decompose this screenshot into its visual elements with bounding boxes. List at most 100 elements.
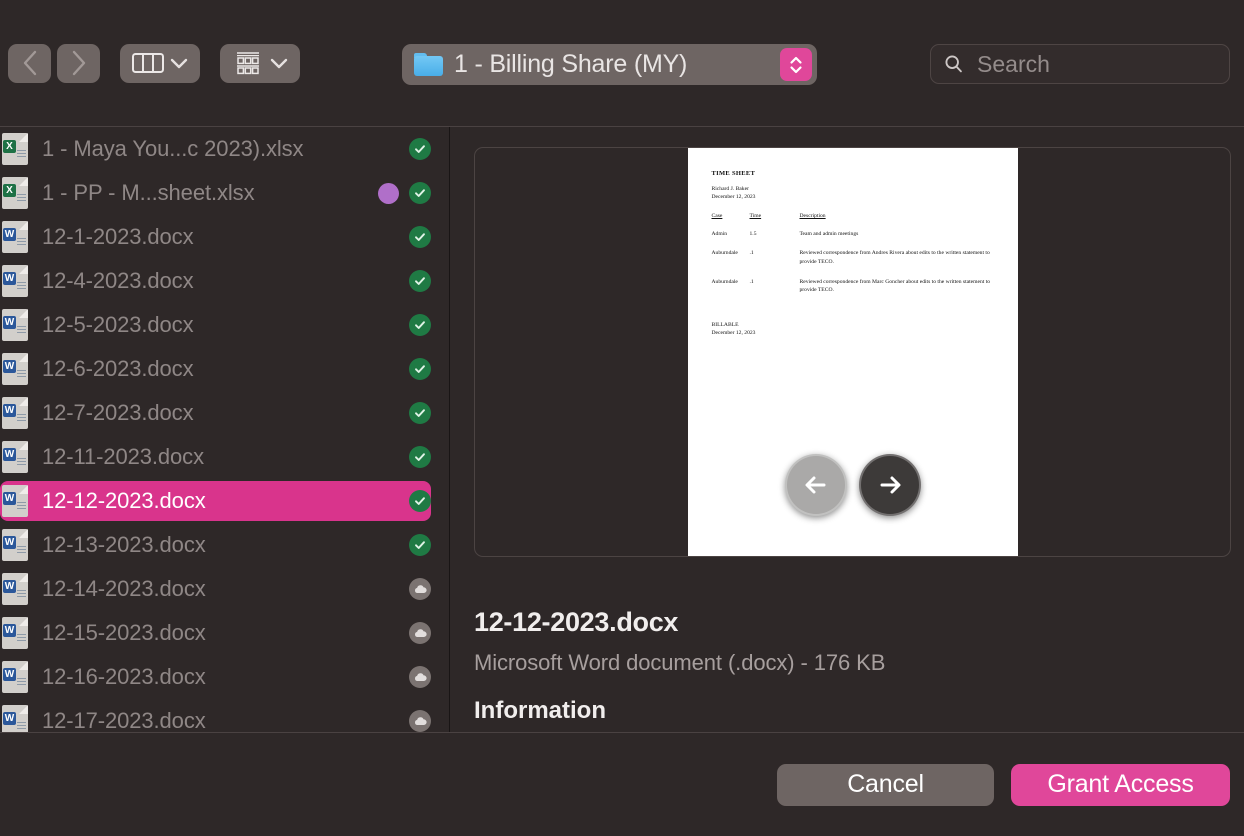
path-popup-button[interactable]: 1 - Billing Share (MY) — [402, 44, 817, 85]
synced-check-icon — [409, 446, 431, 468]
file-list-item-content: W 12-17-2023.docx — [0, 701, 431, 732]
file-list-item-content: W 12-12-2023.docx — [0, 481, 431, 521]
synced-check-icon — [409, 314, 431, 336]
navigation-button-group — [8, 43, 100, 83]
preview-doc-footer: BILLABLE December 12, 2023 — [712, 321, 994, 338]
preview-row-time: .1 — [749, 250, 754, 257]
word-document-icon: W — [2, 265, 28, 297]
file-list-item[interactable]: W 12-14-2023.docx — [0, 567, 449, 611]
file-name-label: 12-13-2023.docx — [42, 532, 206, 557]
column-view-icon — [132, 53, 164, 73]
arrow-left-icon — [805, 476, 825, 494]
preview-col-description: Description — [799, 212, 826, 219]
file-list-item[interactable]: X 1 - Maya You...c 2023).xlsx — [0, 127, 449, 171]
file-list-item[interactable]: W 12-17-2023.docx — [0, 699, 449, 732]
file-list-item-content: W 12-5-2023.docx — [0, 305, 431, 345]
file-name-label: 12-1-2023.docx — [42, 224, 194, 249]
word-document-icon: W — [2, 485, 28, 517]
icloud-download-icon — [409, 666, 431, 688]
synced-check-icon — [409, 358, 431, 380]
file-list-item-content: W 12-11-2023.docx — [0, 437, 431, 477]
preview-doc-columns: Case Time Description — [712, 213, 994, 219]
synced-check-icon — [409, 226, 431, 248]
search-input[interactable] — [977, 50, 1217, 78]
file-list-item-content: X 1 - Maya You...c 2023).xlsx — [0, 129, 431, 169]
preview-doc-rows: Admin 1.5 Team and admin meetings Auburndal… — [712, 230, 994, 295]
dialog-body: X 1 - Maya You...c 2023).xlsx X 1 - PP - M.… — [0, 127, 1244, 732]
preview-next-button[interactable] — [858, 454, 921, 516]
preview-row-description: Reviewed correspondence from Marc Gonche… — [799, 278, 991, 294]
synced-check-icon — [409, 402, 431, 424]
tag-color-dot — [378, 182, 399, 204]
preview-footer-date: December 12, 2023 — [711, 330, 756, 337]
file-list-item[interactable]: W 12-6-2023.docx — [0, 347, 449, 391]
preview-doc-row: Admin 1.5 Team and admin meetings — [712, 230, 994, 239]
file-list[interactable]: X 1 - Maya You...c 2023).xlsx X 1 - PP - M.… — [0, 127, 450, 732]
selected-file-meta: Microsoft Word document (.docx) - 176 KB — [474, 650, 886, 675]
word-document-icon: W — [2, 309, 28, 341]
file-name-label: 12-14-2023.docx — [42, 576, 206, 601]
preview-col-time: Time — [749, 212, 762, 219]
file-list-item[interactable]: W 12-5-2023.docx — [0, 303, 449, 347]
synced-check-icon — [409, 270, 431, 292]
file-list-item-content: W 12-4-2023.docx — [0, 261, 431, 301]
preview-container: TIME SHEET Richard J. Baker December 12,… — [474, 147, 1231, 557]
file-list-item[interactable]: X 1 - PP - M...sheet.xlsx — [0, 171, 449, 215]
preview-navigation — [784, 454, 921, 516]
file-name-label: 1 - Maya You...c 2023).xlsx — [42, 136, 304, 161]
forward-button[interactable] — [57, 43, 100, 83]
file-list-item[interactable]: W 12-16-2023.docx — [0, 655, 449, 699]
current-folder-label: 1 - Billing Share (MY) — [454, 50, 688, 78]
arrow-right-icon — [880, 476, 900, 494]
file-list-item-content: W 12-15-2023.docx — [0, 613, 431, 653]
cancel-button[interactable]: Cancel — [777, 763, 994, 806]
word-document-icon: W — [2, 397, 28, 429]
file-list-item[interactable]: W 12-4-2023.docx — [0, 259, 449, 303]
preview-doc-date: December 12, 2023 — [711, 194, 756, 201]
file-list-item[interactable]: W 12-13-2023.docx — [0, 523, 449, 567]
preview-footer-label: BILLABLE — [711, 322, 739, 329]
file-name-label: 12-6-2023.docx — [42, 356, 194, 381]
grant-access-button[interactable]: Grant Access — [1011, 763, 1230, 806]
preview-prev-button[interactable] — [784, 454, 847, 516]
file-name-label: 12-12-2023.docx — [42, 488, 206, 513]
back-button[interactable] — [8, 43, 51, 83]
synced-check-icon — [409, 182, 431, 204]
preview-doc-row: Auburndale .1 Reviewed correspondence from… — [712, 249, 994, 266]
word-document-icon: W — [2, 221, 28, 253]
chevron-right-icon — [72, 50, 85, 76]
file-list-item-content: W 12-16-2023.docx — [0, 657, 431, 697]
file-list-item[interactable]: W 12-7-2023.docx — [0, 391, 449, 435]
icloud-download-icon — [409, 622, 431, 644]
word-document-icon: W — [2, 441, 28, 473]
file-list-item[interactable]: W 12-11-2023.docx — [0, 435, 449, 479]
group-mode-button[interactable] — [220, 43, 300, 83]
view-mode-button[interactable] — [120, 43, 200, 83]
file-name-label: 12-15-2023.docx — [42, 620, 206, 645]
synced-check-icon — [409, 490, 431, 512]
preview-doc-row: Auburndale .1 Reviewed correspondence from… — [712, 278, 994, 295]
file-list-item[interactable]: W 12-1-2023.docx — [0, 215, 449, 259]
preview-row-case: Auburndale — [711, 250, 738, 257]
file-picker-dialog: 1 - Billing Share (MY) X 1 - Maya You...c… — [0, 0, 1244, 836]
preview-row-description: Reviewed correspondence from Andres Rive… — [799, 250, 990, 266]
file-list-item-content: X 1 - PP - M...sheet.xlsx — [0, 173, 431, 213]
word-document-icon: W — [2, 529, 28, 561]
chevron-down-icon — [270, 58, 288, 69]
dialog-footer: Cancel Grant Access — [0, 732, 1244, 836]
excel-document-icon: X — [2, 177, 28, 209]
up-down-chevron-icon — [790, 56, 802, 73]
path-stepper-button[interactable] — [780, 48, 812, 81]
synced-check-icon — [409, 138, 431, 160]
search-field[interactable] — [930, 44, 1230, 84]
file-list-item-content: W 12-1-2023.docx — [0, 217, 431, 257]
preview-doc-author: Richard J. Baker — [711, 186, 749, 192]
file-list-item[interactable]: W 12-12-2023.docx — [0, 479, 449, 523]
folder-icon — [414, 53, 443, 76]
preview-row-description: Team and admin meetings — [799, 230, 859, 237]
word-document-icon: W — [2, 705, 28, 732]
file-name-label: 12-17-2023.docx — [42, 708, 206, 732]
icloud-download-icon — [409, 710, 431, 732]
file-name-label: 12-4-2023.docx — [42, 268, 194, 293]
file-list-item[interactable]: W 12-15-2023.docx — [0, 611, 449, 655]
